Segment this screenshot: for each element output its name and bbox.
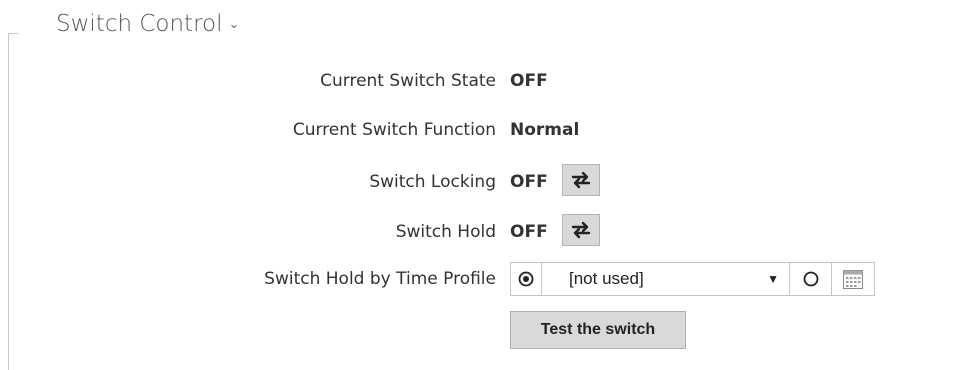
row-switch-hold: Switch Hold OFF xyxy=(0,214,970,246)
calendar-button[interactable] xyxy=(832,263,874,295)
toggle-arrows-icon xyxy=(571,171,591,189)
calendar-icon xyxy=(843,270,863,289)
time-profile-radio-unselected[interactable] xyxy=(790,263,832,295)
row-current-switch-function: Current Switch Function Normal xyxy=(0,116,970,146)
time-profile-control: [not used] ▼ xyxy=(510,262,875,296)
chevron-down-icon: ⌄ xyxy=(228,17,240,32)
current-switch-function-label: Current Switch Function xyxy=(292,120,496,140)
current-switch-function-value: Normal xyxy=(510,120,580,140)
time-profile-select[interactable]: [not used] ▼ xyxy=(542,263,790,295)
radio-unchecked-icon xyxy=(803,271,818,287)
switch-hold-label: Switch Hold xyxy=(395,222,496,242)
switch-locking-toggle-button[interactable] xyxy=(562,164,600,196)
row-switch-locking: Switch Locking OFF xyxy=(0,164,970,196)
switch-locking-label: Switch Locking xyxy=(369,172,496,192)
radio-checked-icon xyxy=(518,271,534,287)
switch-locking-value: OFF xyxy=(510,172,548,192)
section-title: Switch Control xyxy=(56,11,223,37)
time-profile-selected-value: [not used] xyxy=(569,269,644,288)
current-switch-state-value: OFF xyxy=(510,71,548,91)
test-switch-button[interactable]: Test the switch xyxy=(510,311,686,349)
section-header-switch-control[interactable]: Switch Control ⌄ xyxy=(56,11,239,37)
switch-hold-toggle-button[interactable] xyxy=(562,214,600,246)
row-switch-hold-time-profile: Switch Hold by Time Profile [not used] ▼ xyxy=(0,262,970,296)
dropdown-arrow-icon: ▼ xyxy=(767,272,779,286)
toggle-arrows-icon xyxy=(571,221,591,239)
fieldset-border-top xyxy=(8,33,18,34)
current-switch-state-label: Current Switch State xyxy=(320,71,496,91)
switch-hold-time-profile-label: Switch Hold by Time Profile xyxy=(264,269,496,289)
time-profile-radio-selected[interactable] xyxy=(511,263,542,295)
row-current-switch-state: Current Switch State OFF xyxy=(0,67,970,97)
switch-hold-value: OFF xyxy=(510,222,548,242)
